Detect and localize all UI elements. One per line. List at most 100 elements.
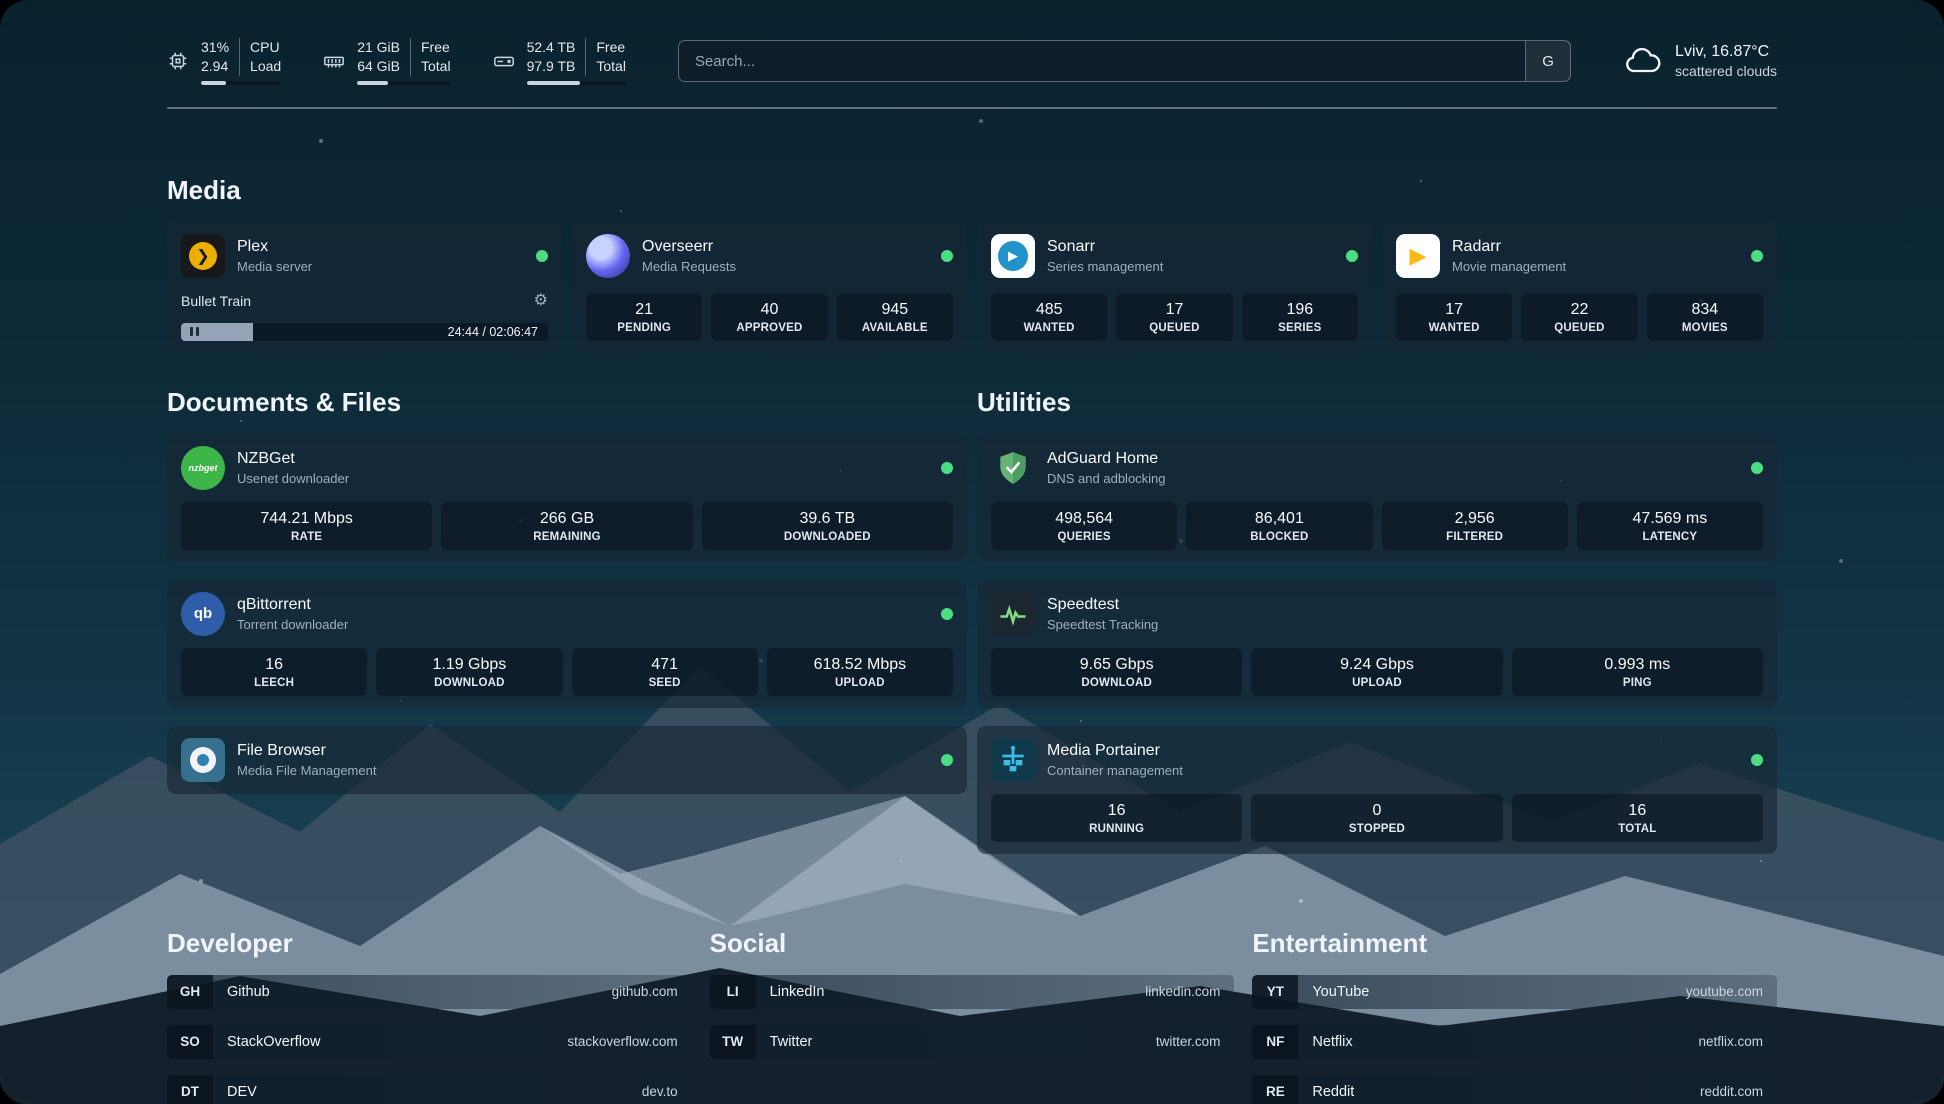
- plex-icon: ❯: [181, 234, 225, 278]
- status-online-dot: [941, 608, 953, 620]
- service-card-overseerr[interactable]: Overseerr Media Requests 21PENDING 40APP…: [572, 222, 967, 353]
- service-card-plex[interactable]: ❯ Plex Media server Bullet Train ⚙ 24:44…: [167, 222, 562, 353]
- ram-icon: [323, 50, 345, 72]
- stat-queued: 17QUEUED: [1116, 293, 1232, 341]
- status-online-dot: [1751, 250, 1763, 262]
- service-name: Plex: [237, 238, 312, 256]
- bookmark-reddit[interactable]: RE Reddit reddit.com: [1252, 1075, 1777, 1104]
- status-online-dot: [941, 754, 953, 766]
- service-description: Media File Management: [237, 763, 376, 778]
- portainer-icon: [991, 738, 1035, 782]
- service-description: Media Requests: [642, 259, 736, 274]
- stat-remaining: 266 GBREMAINING: [441, 502, 692, 550]
- service-name: Speedtest: [1047, 596, 1158, 614]
- service-description: Speedtest Tracking: [1047, 617, 1158, 632]
- stat-rate: 744.21 MbpsRATE: [181, 502, 432, 550]
- qbittorrent-icon: qb: [181, 592, 225, 636]
- bookmark-abbr: YT: [1252, 975, 1298, 1009]
- disk-monitor: 52.4 TB Free 97.9 TB Total: [493, 38, 626, 85]
- radarr-icon: ▶: [1396, 234, 1440, 278]
- ram-free-label: Free: [410, 38, 451, 57]
- status-online-dot: [1346, 250, 1358, 262]
- cpu-icon: [167, 50, 189, 72]
- bookmark-dev[interactable]: DT DEV dev.to: [167, 1075, 692, 1104]
- bookmark-linkedin[interactable]: LI LinkedIn linkedin.com: [710, 975, 1235, 1009]
- service-card-radarr[interactable]: ▶ Radarr Movie management 17WANTED 22QUE…: [1382, 222, 1777, 353]
- disk-icon: [493, 50, 515, 72]
- stat-download: 1.19 GbpsDOWNLOAD: [376, 648, 562, 696]
- stat-blocked: 86,401BLOCKED: [1186, 502, 1372, 550]
- stat-latency: 47.569 msLATENCY: [1577, 502, 1763, 550]
- bookmark-github[interactable]: GH Github github.com: [167, 975, 692, 1009]
- service-name: qBittorrent: [237, 596, 348, 614]
- cpu-monitor: 31% CPU 2.94 Load: [167, 38, 281, 85]
- status-online-dot: [536, 250, 548, 262]
- section-title-entertainment: Entertainment: [1252, 928, 1777, 959]
- search-input[interactable]: [678, 40, 1571, 82]
- service-card-qbittorrent[interactable]: qb qBittorrent Torrent downloader 16LEEC…: [167, 580, 967, 708]
- section-title-media: Media: [167, 175, 1777, 206]
- status-online-dot: [941, 462, 953, 474]
- cpu-load-label: Load: [239, 57, 281, 76]
- bookmark-youtube[interactable]: YT YouTube youtube.com: [1252, 975, 1777, 1009]
- stat-wanted: 485WANTED: [991, 293, 1107, 341]
- pause-icon[interactable]: [190, 327, 199, 336]
- header-divider: [167, 107, 1777, 109]
- ram-monitor: 21 GiB Free 64 GiB Total: [323, 38, 450, 85]
- service-card-portainer[interactable]: Media Portainer Container management 16R…: [977, 726, 1777, 854]
- bookmark-abbr: NF: [1252, 1025, 1298, 1059]
- service-name: Radarr: [1452, 238, 1566, 256]
- adguard-icon: [991, 446, 1035, 490]
- service-description: Series management: [1047, 259, 1163, 274]
- cloud-icon: [1623, 41, 1663, 81]
- weather-widget[interactable]: Lviv, 16.87°C scattered clouds: [1623, 41, 1777, 81]
- service-card-speedtest[interactable]: Speedtest Speedtest Tracking 9.65 GbpsDO…: [977, 580, 1777, 708]
- stat-stopped: 0STOPPED: [1251, 794, 1502, 842]
- stat-running: 16RUNNING: [991, 794, 1242, 842]
- search-provider-button[interactable]: G: [1525, 40, 1571, 82]
- section-documents: Documents & Files nzbget NZBGet Usenet d…: [167, 387, 967, 854]
- resource-monitors: 31% CPU 2.94 Load 21 GiB: [167, 38, 626, 85]
- gear-icon[interactable]: ⚙: [534, 293, 548, 309]
- bookmark-netflix[interactable]: NF Netflix netflix.com: [1252, 1025, 1777, 1059]
- stat-filtered: 2,956FILTERED: [1382, 502, 1568, 550]
- bookmark-abbr: DT: [167, 1075, 213, 1104]
- bookmark-group-social: Social LI LinkedIn linkedin.com TW Twitt…: [710, 928, 1235, 1104]
- service-description: Movie management: [1452, 259, 1566, 274]
- service-description: Torrent downloader: [237, 617, 348, 632]
- stat-leech: 16LEECH: [181, 648, 367, 696]
- service-card-adguard[interactable]: AdGuard Home DNS and adblocking 498,564Q…: [977, 434, 1777, 562]
- stat-pending: 21PENDING: [586, 293, 702, 341]
- status-online-dot: [1751, 462, 1763, 474]
- stat-queries: 498,564QUERIES: [991, 502, 1177, 550]
- cpu-usage-value: 31%: [201, 38, 229, 57]
- dashboard-window: 31% CPU 2.94 Load 21 GiB: [0, 0, 1944, 1104]
- nzbget-icon: nzbget: [181, 446, 225, 490]
- ram-total-value: 64 GiB: [357, 57, 400, 76]
- section-title-developer: Developer: [167, 928, 692, 959]
- plex-progress-bar[interactable]: 24:44 / 02:06:47: [181, 323, 548, 341]
- stat-available: 945AVAILABLE: [837, 293, 953, 341]
- sonarr-icon: ▶: [991, 234, 1035, 278]
- section-title-documents: Documents & Files: [167, 387, 967, 418]
- service-name: NZBGet: [237, 450, 349, 468]
- overseerr-icon: [586, 234, 630, 278]
- stat-series: 196SERIES: [1242, 293, 1358, 341]
- search: G: [678, 40, 1571, 82]
- service-card-sonarr[interactable]: ▶ Sonarr Series management 485WANTED 17Q…: [977, 222, 1372, 353]
- stat-ping: 0.993 msPING: [1512, 648, 1763, 696]
- disk-total-value: 97.9 TB: [527, 57, 576, 76]
- cpu-bar: [201, 81, 281, 85]
- section-utilities: Utilities AdGuard Home DNS and adblockin…: [977, 387, 1777, 854]
- service-description: Usenet downloader: [237, 471, 349, 486]
- service-card-nzbget[interactable]: nzbget NZBGet Usenet downloader 744.21 M…: [167, 434, 967, 562]
- bookmark-group-developer: Developer GH Github github.com SO StackO…: [167, 928, 692, 1104]
- top-bar: 31% CPU 2.94 Load 21 GiB: [167, 0, 1777, 85]
- bookmark-group-entertainment: Entertainment YT YouTube youtube.com NF …: [1252, 928, 1777, 1104]
- stat-queued: 22QUEUED: [1521, 293, 1637, 341]
- stat-seed: 471SEED: [572, 648, 758, 696]
- bookmark-stackoverflow[interactable]: SO StackOverflow stackoverflow.com: [167, 1025, 692, 1059]
- bookmark-twitter[interactable]: TW Twitter twitter.com: [710, 1025, 1235, 1059]
- bookmark-abbr: LI: [710, 975, 756, 1009]
- service-card-filebrowser[interactable]: File Browser Media File Management: [167, 726, 967, 794]
